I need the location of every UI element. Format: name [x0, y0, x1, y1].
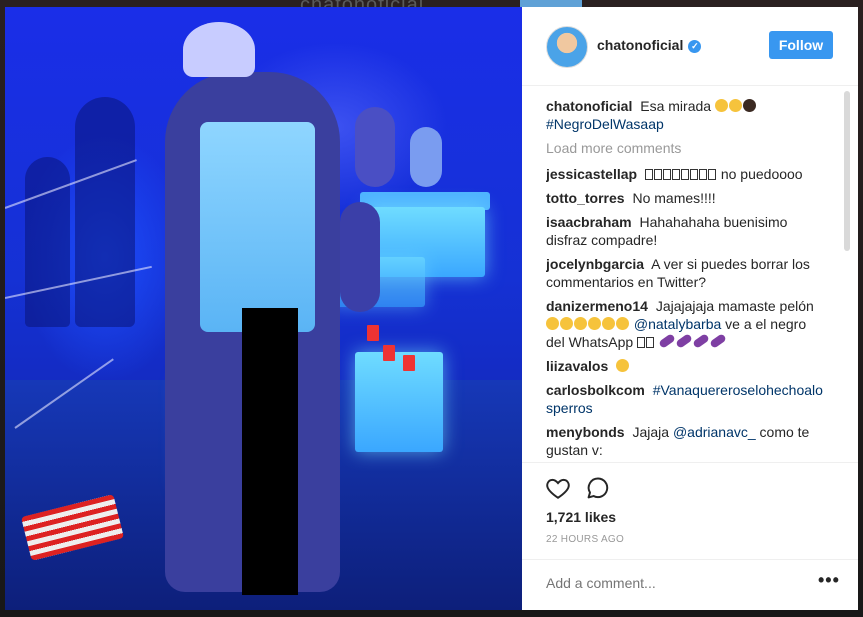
comment-username[interactable]: carlosbolkcom [546, 382, 645, 398]
laughing-emoji-icon [616, 359, 630, 372]
comment-item: jocelynbgarcia A ver si puedes borrar lo… [546, 255, 828, 291]
comment-mention[interactable]: @natalybarba [634, 316, 721, 332]
cup [403, 355, 415, 371]
heart-eyes-emoji-icon [714, 99, 728, 112]
background-person [410, 127, 442, 187]
likes-count[interactable]: 1,721 likes [546, 509, 616, 525]
cup [383, 345, 395, 361]
comment-text: Jajaja [632, 424, 670, 440]
unrendered-glyph-icon [644, 169, 653, 180]
laughing-emoji-icon [588, 317, 601, 330]
comment-username[interactable]: danizermeno14 [546, 298, 648, 314]
laughing-emoji-icon [574, 317, 587, 330]
comment-item: liizavalos [546, 357, 828, 375]
unrendered-glyph-icon [637, 337, 646, 348]
laughing-emoji-icon [616, 317, 629, 330]
comment-username[interactable]: menybonds [546, 424, 625, 440]
post-side-panel: chatonoficial ✓ Follow chatonoficial Esa … [522, 7, 858, 610]
wall-shadow [75, 97, 135, 327]
comment-item: carlosbolkcom #Vanaquereroselohechoalosp… [546, 381, 828, 417]
comment-username[interactable]: jessicastellap [546, 166, 637, 182]
dark-face-emoji-icon [742, 99, 756, 112]
eggplant-emoji-icon [658, 333, 676, 349]
comment-text: No mames!!!! [632, 190, 716, 206]
comment-username[interactable]: totto_torres [546, 190, 625, 206]
unrendered-glyph-icon [646, 337, 655, 348]
comments-scrollbar[interactable] [844, 91, 850, 251]
background-person [355, 107, 395, 187]
comment-username[interactable]: isaacbraham [546, 214, 632, 230]
caption-username[interactable]: chatonoficial [546, 98, 632, 114]
unrendered-glyph-icon [653, 169, 662, 180]
sleeveless-shirt [200, 122, 315, 332]
comment-item: isaacbraham Hahahahaha buenisimo disfraz… [546, 213, 828, 249]
laughing-emoji-icon [546, 317, 559, 330]
post-photo[interactable] [5, 7, 522, 610]
add-comment-input[interactable] [546, 572, 806, 594]
fedora-hat [183, 22, 255, 77]
comment-item: menybonds Jajaja @adrianavc_ como te gus… [546, 423, 828, 459]
more-options-icon[interactable]: ••• [818, 570, 840, 591]
laughing-emoji-icon [602, 317, 615, 330]
unrendered-glyph-icon [671, 169, 680, 180]
post-header: chatonoficial ✓ Follow [522, 7, 858, 86]
comment-username[interactable]: liizavalos [546, 358, 608, 374]
background-person [340, 202, 380, 312]
header-username-text[interactable]: chatonoficial [597, 37, 683, 53]
unrendered-glyph-icon [707, 169, 716, 180]
comments-list[interactable]: chatonoficial Esa mirada #NegroDelWasaap… [546, 97, 828, 461]
comment-username[interactable]: jocelynbgarcia [546, 256, 644, 272]
verified-badge-icon: ✓ [688, 40, 702, 53]
actions-divider [522, 462, 858, 464]
laughing-emoji-icon [560, 317, 573, 330]
comment-text: Jajajajaja mamaste pelón [655, 298, 814, 314]
comment-item: danizermeno14 Jajajajaja mamaste pelón @… [546, 297, 828, 351]
unrendered-glyph-icon [698, 169, 707, 180]
avatar[interactable] [546, 26, 588, 68]
follow-button[interactable]: Follow [769, 31, 833, 59]
unrendered-glyph-icon [680, 169, 689, 180]
lit-cube [355, 352, 443, 452]
caption-text: Esa mirada [640, 98, 712, 114]
add-comment-bar: ••• [522, 559, 858, 611]
eggplant-emoji-icon [709, 333, 727, 349]
unrendered-glyph-icon [662, 169, 671, 180]
post-timestamp[interactable]: 22 HOURS AGO [546, 534, 624, 545]
censor-bar [242, 308, 298, 595]
comment-item: jessicastellap no puedoooo [546, 165, 828, 183]
heart-icon[interactable] [545, 475, 571, 501]
cup [367, 325, 379, 341]
laughing-emoji-icon [728, 99, 742, 112]
comment-mention[interactable]: @adrianavc_ [673, 424, 756, 440]
comment-icon[interactable] [585, 475, 611, 501]
load-more-comments-link[interactable]: Load more comments [546, 139, 828, 157]
comment-text: no puedoooo [720, 166, 803, 182]
header-username[interactable]: chatonoficial ✓ [597, 37, 702, 53]
caption-hashtag[interactable]: #NegroDelWasaap [546, 116, 664, 132]
caption: chatonoficial Esa mirada #NegroDelWasaap [546, 97, 828, 133]
eggplant-emoji-icon [692, 333, 710, 349]
comment-item: totto_torres No mames!!!! [546, 189, 828, 207]
wall-shadow [25, 157, 70, 327]
unrendered-glyph-icon [689, 169, 698, 180]
eggplant-emoji-icon [675, 333, 693, 349]
